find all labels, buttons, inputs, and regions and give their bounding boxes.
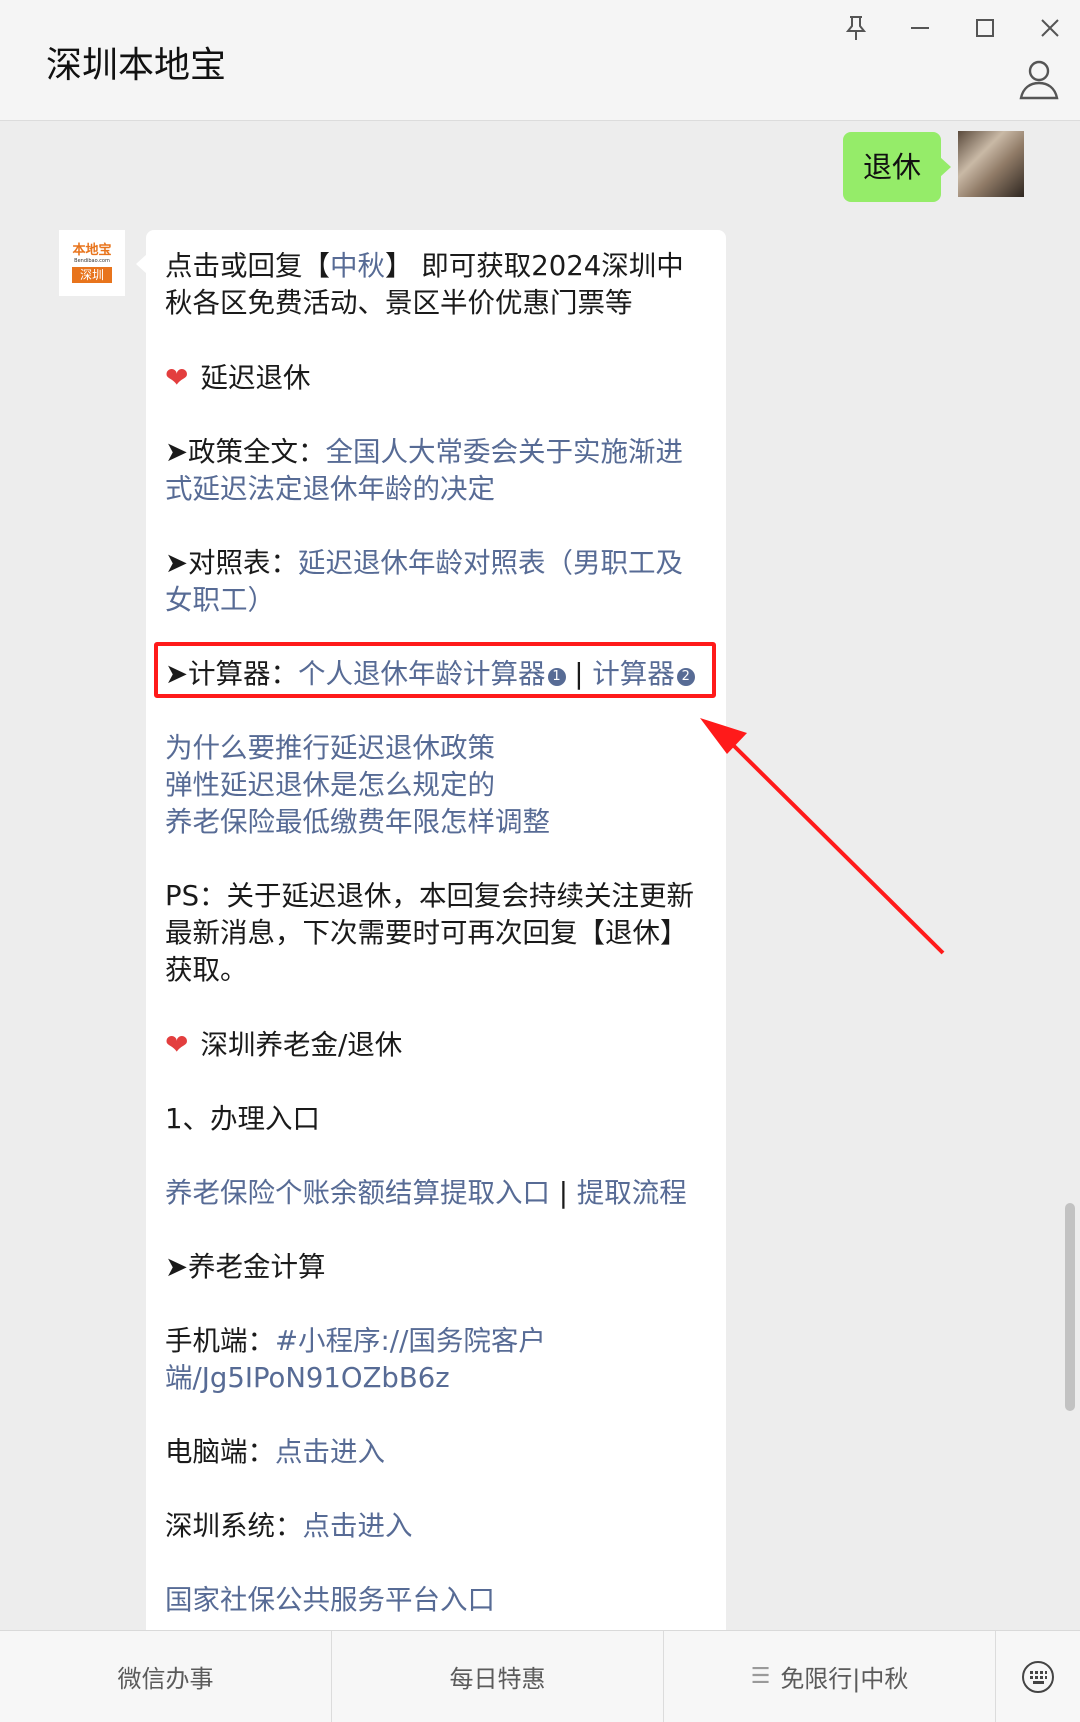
- menu-wechat-services[interactable]: 微信办事: [0, 1631, 332, 1722]
- national-line: 国家社保公共服务平台入口: [165, 1582, 708, 1619]
- faq-link[interactable]: 为什么要推行延迟退休政策: [165, 732, 495, 764]
- table-line: ➤对照表：延迟退休年龄对照表（男职工及女职工）: [165, 547, 684, 616]
- mobile-line: 手机端：#小程序://国务院客户端/Jg5IPoN91OZbB6z: [165, 1325, 546, 1394]
- highlight-box: [154, 642, 716, 698]
- section-heading-pension: ❤ 深圳养老金/退休: [165, 1028, 403, 1061]
- scrollbar-thumb[interactable]: [1065, 1203, 1075, 1411]
- pc-line: 电脑端：点击进入: [165, 1436, 385, 1468]
- window-title: 深圳本地宝: [46, 45, 227, 86]
- shenzhen-system-link[interactable]: 点击进入: [303, 1510, 413, 1542]
- heart-icon: ❤: [165, 1028, 189, 1061]
- withdraw-link[interactable]: 养老保险个账余额结算提取入口: [165, 1177, 550, 1209]
- menu-traffic-midautumn[interactable]: ☰ 免限行|中秋: [664, 1631, 996, 1722]
- user-avatar[interactable]: [958, 131, 1024, 197]
- ps-text: PS：关于延迟退休，本回复会持续关注更新最新消息，下次需要时可再次回复【退休】获…: [165, 880, 695, 986]
- avatar-domain: Bendibao.com: [74, 257, 110, 264]
- user-message-bubble[interactable]: 退休: [843, 132, 952, 202]
- item-title: 1、办理入口: [165, 1103, 320, 1135]
- keyboard-icon[interactable]: [996, 1631, 1080, 1722]
- withdraw-flow-link[interactable]: 提取流程: [577, 1177, 687, 1209]
- menu-lines-icon: ☰: [750, 1664, 771, 1689]
- mid-autumn-link[interactable]: 中秋: [330, 250, 385, 282]
- pc-link[interactable]: 点击进入: [275, 1436, 385, 1468]
- reply-bubble: 点击或回复【中秋】 即可获取2024深圳中秋各区免费活动、景区半价优惠门票等 ❤…: [136, 230, 726, 1630]
- shenzhen-system-line: 深圳系统：点击进入: [165, 1510, 413, 1542]
- faq-link[interactable]: 弹性延迟退休是怎么规定的: [165, 769, 495, 801]
- menu-bar: 微信办事 每日特惠 ☰ 免限行|中秋: [0, 1630, 1080, 1722]
- intro-text: 点击或回复【中秋】 即可获取2024深圳中秋各区免费活动、景区半价优惠门票等: [165, 250, 684, 319]
- avatar-city: 深圳: [71, 266, 112, 283]
- maximize-icon[interactable]: [961, 8, 1009, 48]
- national-platform-link[interactable]: 国家社保公共服务平台入口: [165, 1584, 495, 1616]
- menu-daily-deals[interactable]: 每日特惠: [332, 1631, 664, 1722]
- person-icon[interactable]: [1016, 56, 1062, 102]
- heart-icon: ❤: [165, 361, 189, 394]
- close-icon[interactable]: [1026, 8, 1074, 48]
- faq-links: 为什么要推行延迟退休政策 弹性延迟退休是怎么规定的养老保险最低缴费年限怎样调整: [165, 730, 708, 841]
- section-heading-delay: ❤ 延迟退休: [165, 361, 311, 394]
- chat-area: 退休 本地宝 Bendibao.com 深圳 点击或回复【中秋】 即可获取202…: [0, 121, 1080, 1630]
- title-bar: 深圳本地宝: [0, 0, 1080, 121]
- pin-icon[interactable]: [832, 8, 880, 48]
- minimize-icon[interactable]: [896, 8, 944, 48]
- account-avatar[interactable]: 本地宝 Bendibao.com 深圳: [59, 230, 125, 296]
- avatar-brand: 本地宝: [72, 242, 112, 258]
- pension-calc-heading: ➤养老金计算: [165, 1251, 326, 1283]
- faq-link[interactable]: 养老保险最低缴费年限怎样调整: [165, 806, 550, 838]
- withdraw-line: 养老保险个账余额结算提取入口 | 提取流程: [165, 1177, 687, 1209]
- policy-line: ➤政策全文：全国人大常委会关于实施渐进式延迟法定退休年龄的决定: [165, 436, 684, 505]
